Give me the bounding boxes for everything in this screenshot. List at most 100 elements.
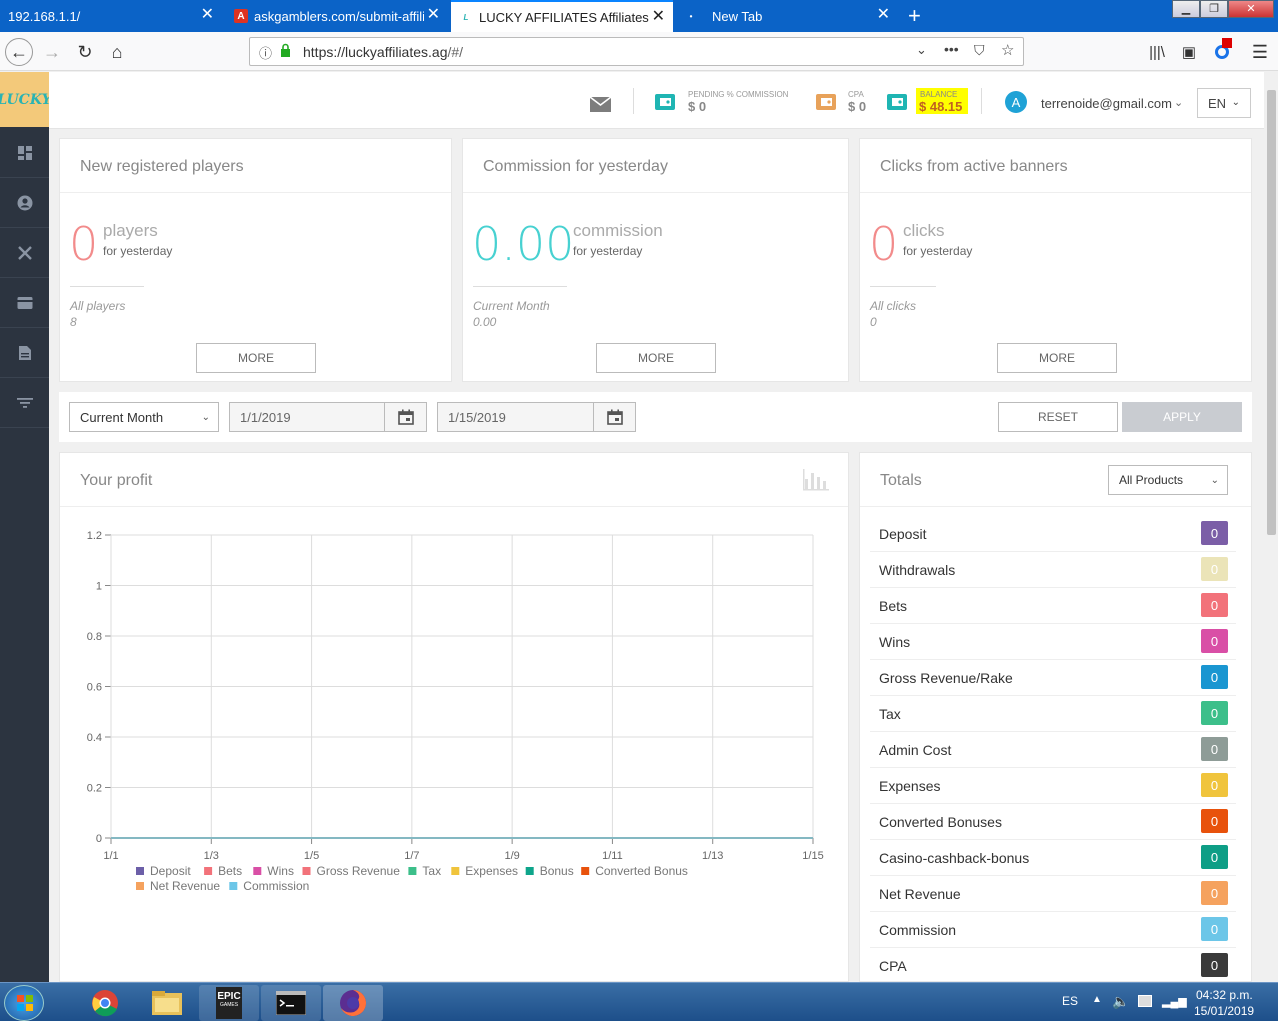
totals-row-label: CPA bbox=[879, 958, 907, 974]
chevron-down-icon[interactable]: ⌄ bbox=[1174, 96, 1183, 109]
clock-time[interactable]: 04:32 p.m. bbox=[1196, 988, 1253, 1002]
sidebar-item-dashboard[interactable] bbox=[0, 128, 49, 178]
y-tick-label: 0.8 bbox=[87, 631, 102, 643]
totals-row-label: Converted Bonuses bbox=[879, 814, 1002, 830]
close-tab-icon[interactable]: ✕ bbox=[201, 7, 214, 23]
url-bar[interactable]: ⓘ https://luckyaffiliates.ag/#/ ⌄ ••• ⛉ … bbox=[249, 37, 1024, 66]
bar-chart-icon[interactable] bbox=[802, 469, 830, 491]
volume-icon[interactable]: 🔈 bbox=[1112, 993, 1129, 1010]
sidebar-item-account[interactable] bbox=[0, 178, 49, 228]
more-button[interactable]: MORE bbox=[196, 343, 316, 373]
legend-swatch bbox=[451, 867, 460, 875]
totals-title: Totals bbox=[880, 472, 922, 489]
chevron-down-icon: ⌄ bbox=[201, 412, 210, 423]
close-window-icon[interactable]: ✕ bbox=[1228, 0, 1274, 18]
sidebar-item-filters[interactable] bbox=[0, 378, 49, 428]
extension-icon[interactable] bbox=[1208, 38, 1236, 66]
forward-icon[interactable]: → bbox=[38, 38, 66, 66]
sidebar-item-reports[interactable] bbox=[0, 328, 49, 378]
card-value: 0 bbox=[869, 217, 899, 271]
language-select[interactable]: EN ⌄ bbox=[1197, 88, 1251, 118]
more-button[interactable]: MORE bbox=[997, 343, 1117, 373]
file-explorer-icon[interactable] bbox=[137, 985, 197, 1021]
totals-row-badge: 0 bbox=[1201, 953, 1228, 977]
card-value: 0.00 bbox=[472, 217, 575, 271]
library-icon[interactable]: |||\ bbox=[1143, 38, 1171, 66]
minimize-icon[interactable]: ▁ bbox=[1172, 0, 1200, 18]
avatar[interactable]: A bbox=[1005, 91, 1027, 113]
totals-row: Net Revenue 0 bbox=[870, 876, 1236, 912]
tab-lucky-affiliates[interactable]: L LUCKY AFFILIATES Affiliates ✕ bbox=[451, 0, 673, 32]
restore-icon[interactable]: ❐ bbox=[1200, 0, 1228, 18]
period-select[interactable]: Current Month ⌄ bbox=[69, 402, 219, 432]
close-tab-icon[interactable]: ✕ bbox=[427, 7, 440, 23]
totals-row-label: Net Revenue bbox=[879, 886, 961, 902]
tray-expand-icon[interactable]: ▲ bbox=[1092, 994, 1102, 1005]
dropdown-icon[interactable]: ⌄ bbox=[916, 42, 927, 58]
close-tab-icon[interactable]: ✕ bbox=[877, 7, 890, 23]
sidebar-toggle-icon[interactable]: ▣ bbox=[1175, 38, 1203, 66]
page-scrollbar[interactable] bbox=[1264, 72, 1278, 982]
product-select[interactable]: All Products ⌄ bbox=[1108, 465, 1228, 495]
tab-new-tab[interactable]: • New Tab ✕ bbox=[676, 0, 898, 32]
clock-date[interactable]: 15/01/2019 bbox=[1194, 1004, 1254, 1018]
chrome-icon[interactable] bbox=[75, 985, 135, 1021]
scrollbar-thumb[interactable] bbox=[1267, 90, 1276, 535]
bookmark-star-icon[interactable]: ☆ bbox=[1001, 41, 1014, 59]
pending-commission-value: $ 0 bbox=[688, 99, 707, 114]
calendar-button[interactable] bbox=[384, 402, 426, 432]
x-tick-label: 1/3 bbox=[204, 850, 219, 862]
totals-row-badge: 0 bbox=[1201, 845, 1228, 869]
totals-row: Converted Bonuses 0 bbox=[870, 804, 1236, 840]
dashboard-icon bbox=[17, 145, 32, 160]
apply-button[interactable]: APPLY bbox=[1122, 402, 1242, 432]
legend-swatch bbox=[408, 867, 417, 875]
tools-icon bbox=[17, 245, 32, 260]
sidebar-item-payments[interactable] bbox=[0, 278, 49, 328]
totals-row-label: Tax bbox=[879, 706, 901, 722]
more-button[interactable]: MORE bbox=[596, 343, 716, 373]
lucky-logo[interactable]: LUCKY bbox=[0, 72, 52, 127]
windows-taskbar: EPIC GAMES ES ▲ 🔈 ▂▄▆ 04:32 p.m. 15/01/2… bbox=[0, 982, 1278, 1021]
totals-row-badge: 0 bbox=[1201, 809, 1228, 833]
totals-row-badge: 0 bbox=[1201, 917, 1228, 941]
sidebar-item-tools[interactable] bbox=[0, 228, 49, 278]
close-tab-icon[interactable]: ✕ bbox=[652, 9, 665, 25]
totals-row-badge: 0 bbox=[1201, 521, 1228, 545]
date-to-input[interactable]: 1/15/2019 bbox=[437, 402, 636, 432]
legend-label: Expenses bbox=[465, 864, 518, 878]
totals-row-label: Gross Revenue/Rake bbox=[879, 670, 1013, 686]
tab-title: New Tab bbox=[712, 8, 763, 24]
tab-router[interactable]: 192.168.1.1/ ✕ bbox=[0, 0, 222, 32]
askgamblers-favicon-icon: A bbox=[234, 9, 248, 23]
firefox-icon[interactable] bbox=[323, 985, 383, 1021]
new-tab-button[interactable]: + bbox=[900, 0, 930, 32]
calendar-icon bbox=[397, 409, 414, 425]
tab-askgamblers[interactable]: A askgamblers.com/submit-affili ✕ bbox=[226, 0, 448, 32]
page-actions-icon[interactable]: ••• bbox=[944, 41, 959, 57]
network-signal-icon[interactable]: ▂▄▆ bbox=[1162, 995, 1187, 1008]
back-icon[interactable]: ← bbox=[5, 38, 33, 66]
legend-label: Tax bbox=[422, 864, 441, 878]
reset-button[interactable]: RESET bbox=[998, 402, 1118, 432]
reload-icon[interactable]: ↻ bbox=[71, 38, 99, 66]
cpa-value: $ 0 bbox=[848, 99, 867, 114]
home-icon[interactable]: ⌂ bbox=[103, 38, 131, 66]
action-center-flag-icon[interactable] bbox=[1138, 995, 1152, 1007]
balance-value: $ 48.15 bbox=[919, 99, 963, 114]
card-clicks: Clicks from active banners 0 clicks for … bbox=[859, 138, 1252, 382]
command-prompt-icon[interactable] bbox=[261, 985, 321, 1021]
url-path: /#/ bbox=[447, 44, 464, 60]
pocket-icon[interactable]: ⛉ bbox=[974, 42, 985, 59]
windows-start-icon[interactable] bbox=[4, 985, 44, 1021]
epic-games-icon[interactable]: EPIC GAMES bbox=[199, 985, 259, 1021]
mail-icon[interactable] bbox=[590, 97, 611, 112]
date-from-input[interactable]: 1/1/2019 bbox=[229, 402, 427, 432]
menu-icon[interactable]: ☰ bbox=[1246, 38, 1274, 66]
product-value: All Products bbox=[1119, 473, 1184, 487]
input-language[interactable]: ES bbox=[1062, 994, 1078, 1008]
info-icon[interactable]: ⓘ bbox=[259, 43, 272, 62]
language-value: EN bbox=[1208, 95, 1227, 111]
user-email[interactable]: terrenoide@gmail.com bbox=[1041, 96, 1172, 111]
calendar-button[interactable] bbox=[593, 402, 635, 432]
